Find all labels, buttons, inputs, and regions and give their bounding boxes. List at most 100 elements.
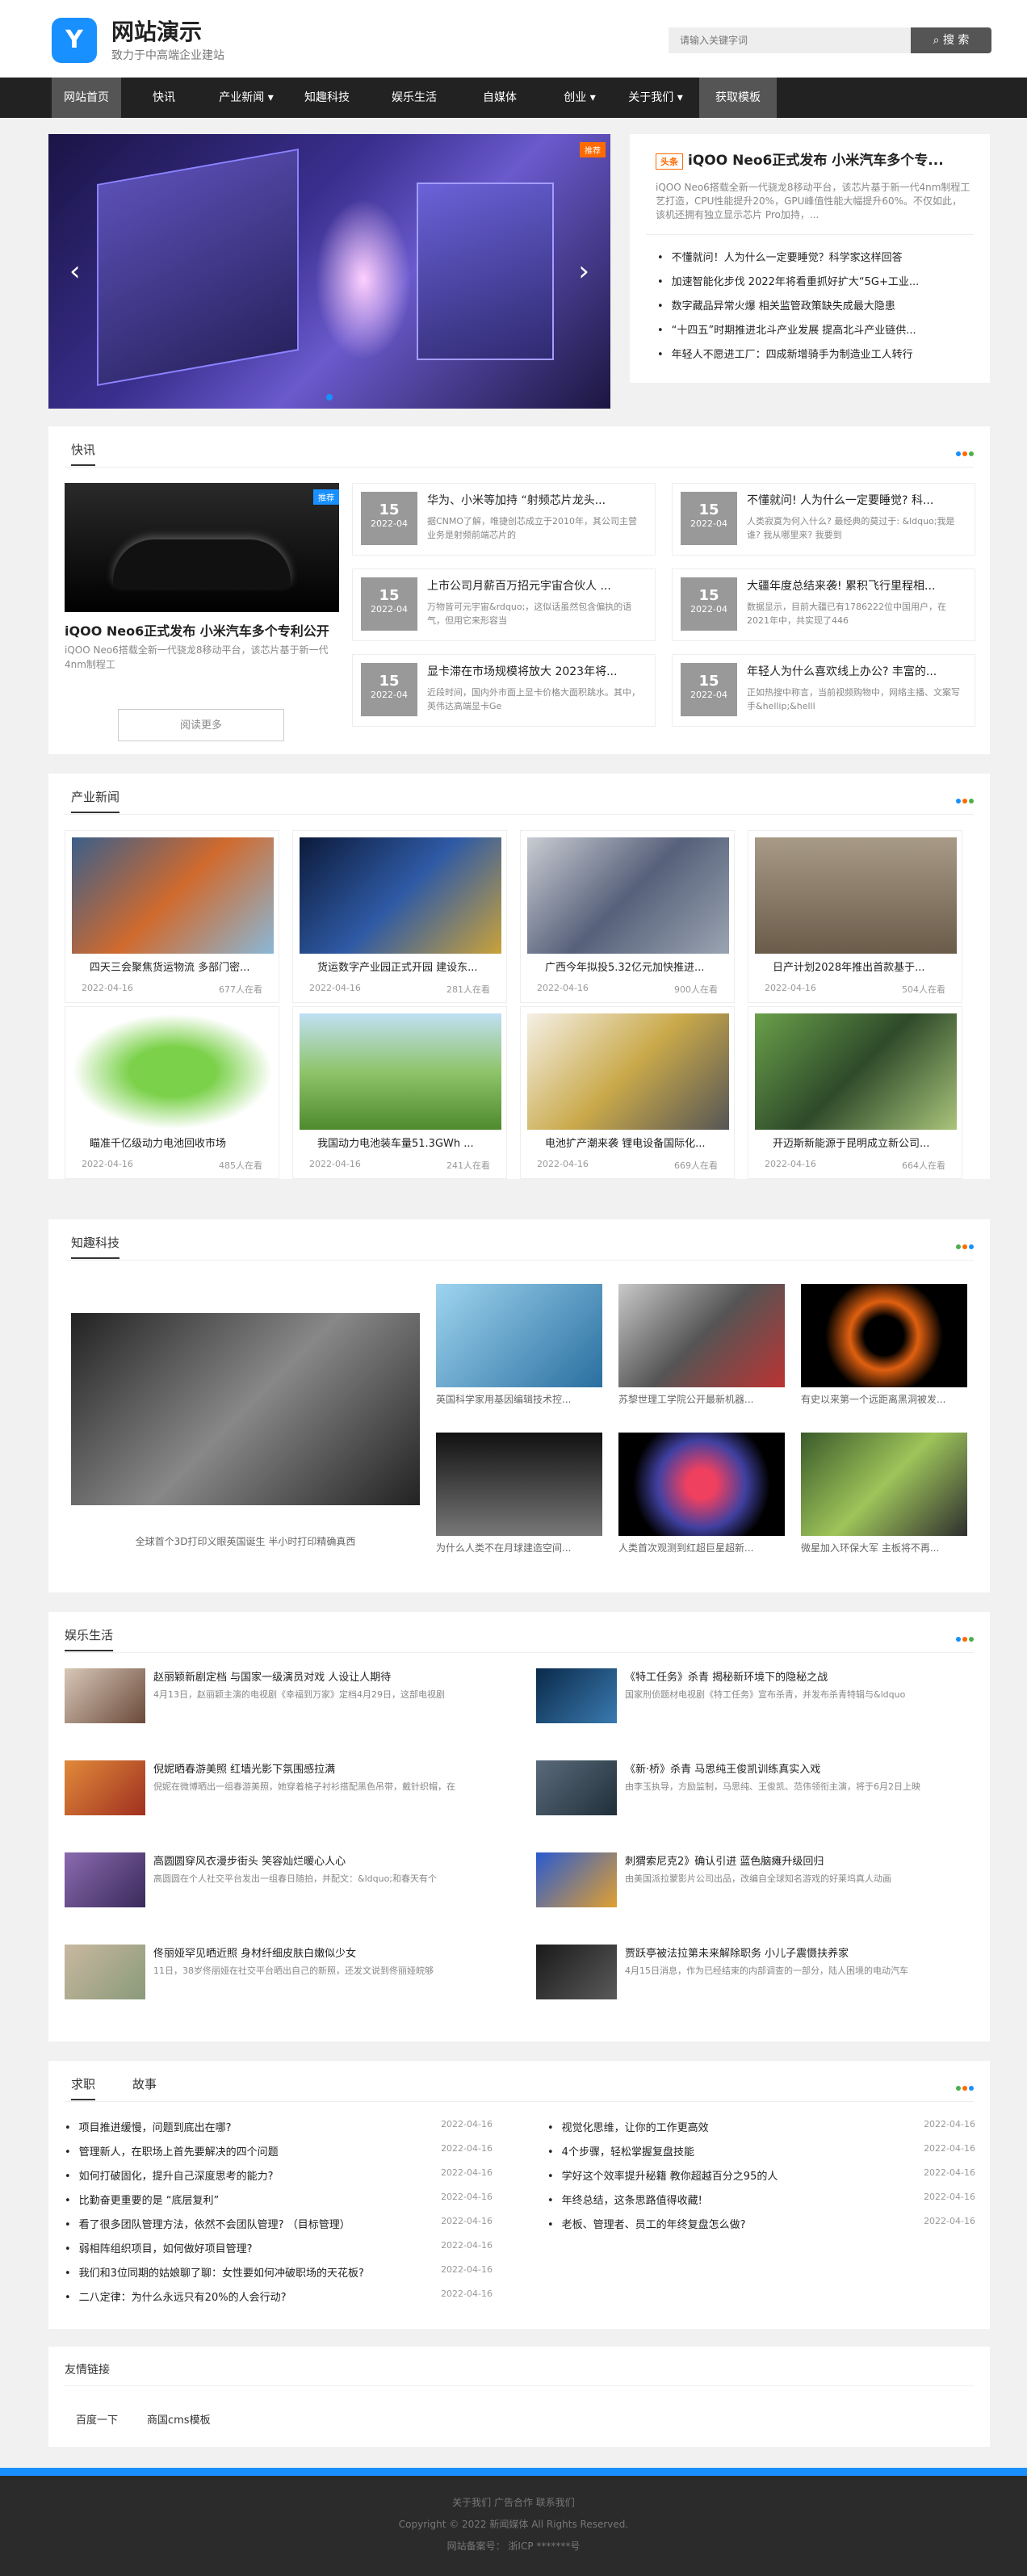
nav-kuaixun[interactable]: 快讯: [129, 78, 199, 118]
item-desc: 4月13日，赵丽颖主演的电视剧《幸福到万家》定档4月29日，这部电视剧: [153, 1689, 445, 1700]
list-item[interactable]: 我们和3位同期的姑娘聊了聊：女性要如何冲破职场的天花板? 2022-04-16: [65, 2264, 493, 2280]
card-title: 日产计划2028年推出首款基于...: [773, 962, 925, 974]
tab-story[interactable]: 故事: [132, 2075, 157, 2092]
footer-links[interactable]: 关于我们 广告合作 联系我们: [0, 2495, 1027, 2509]
section-title[interactable]: 产业新闻: [71, 788, 120, 813]
news-card[interactable]: 我国动力电池装车量51.3GWh ... 2022-04-16 241人在看: [292, 1006, 507, 1179]
headline-list-item[interactable]: 不懂就问！人为什么一定要睡觉？科学家这样回答: [657, 249, 972, 264]
search-icon: ⌕: [933, 34, 943, 47]
card-date: 2022-04-16: [537, 1159, 589, 1169]
read-more-button[interactable]: 阅读更多: [118, 709, 284, 741]
slider-dot[interactable]: [326, 394, 333, 401]
slider-next-arrow[interactable]: ›: [578, 255, 589, 287]
item-desc: 倪妮在微博晒出一组春游美照，她穿着格子衬衫搭配黑色吊带，戴针织帽，在: [153, 1781, 455, 1792]
news-card[interactable]: 广西今年拟投5.32亿元加快推进... 2022-04-16 900人在看: [520, 830, 735, 1003]
list-item[interactable]: 视觉化思维，让你的工作更高效 2022-04-16: [547, 2119, 975, 2134]
divider: [646, 234, 974, 235]
news-card[interactable]: 四天三会聚焦货运物流 多部门密... 2022-04-16 677人在看: [65, 830, 279, 1003]
card-views: 504人在看: [902, 984, 945, 995]
news-card[interactable]: 电池扩产潮来袭 锂电设备国际化... 2022-04-16 669人在看: [520, 1006, 735, 1179]
item-date: 2022-04-16: [441, 2240, 493, 2251]
item-title: 看了很多团队管理方法，依然不会团队管理? （目标管理）: [78, 2219, 350, 2231]
list-item[interactable]: 学好这个效率提升秘籍 教你超越百分之95的人 2022-04-16: [547, 2167, 975, 2183]
nav-tech[interactable]: 知趣科技: [292, 78, 362, 118]
search-button[interactable]: ⌕ 搜 索: [911, 27, 991, 53]
tech-card[interactable]: 苏黎世理工学院公开最新机器...: [618, 1284, 785, 1406]
ent-item[interactable]: 倪妮晒春游美照 红墙光影下氛围感拉满 倪妮在微博晒出一组春游美照，她穿着格子衬衫搭…: [65, 1760, 501, 1830]
kuaixun-section: 快讯 推荐 iQOO Neo6正式发布 小米汽车多个专利公开 iQOO Neo6…: [48, 426, 990, 754]
kuaixun-item[interactable]: 15 2022-04 不懂就问! 人为什么一定要睡觉? 科... 人类寂寞为何入什么?…: [672, 483, 975, 556]
date-box: 15 2022-04: [681, 663, 737, 716]
headline-list-item[interactable]: “十四五”时期推进北斗产业发展 提高北斗产业链供...: [657, 321, 972, 337]
kuaixun-item[interactable]: 15 2022-04 大疆年度总结来袭! 累积飞行里程相... 数据显示，目前大疆已有…: [672, 568, 975, 641]
news-card[interactable]: 货运数字产业园正式开园 建设东... 2022-04-16 281人在看: [292, 830, 507, 1003]
section-title[interactable]: 娱乐生活: [65, 1626, 114, 1651]
list-item[interactable]: 看了很多团队管理方法，依然不会团队管理? （目标管理） 2022-04-16: [65, 2216, 493, 2231]
kuaixun-feature-title[interactable]: iQOO Neo6正式发布 小米汽车多个专利公开: [65, 620, 329, 640]
hero-slider[interactable]: 推荐 ‹ ›: [48, 134, 610, 409]
nav-ent[interactable]: 娱乐生活: [379, 78, 449, 118]
news-card[interactable]: 日产计划2028年推出首款基于... 2022-04-16 504人在看: [748, 830, 962, 1003]
list-item[interactable]: 如何打破固化，提升自己深度思考的能力? 2022-04-16: [65, 2167, 493, 2183]
section-title[interactable]: 知趣科技: [71, 1234, 120, 1259]
ent-item[interactable]: 《新·桥》杀青 马思纯王俊凯训练真实入戏 由李玉执导，方励监制，马思纯、王俊凯、范…: [536, 1760, 972, 1830]
thumb-image: [536, 1945, 617, 1999]
ent-item[interactable]: 高圆圆穿风衣漫步街头 笑容灿烂暖心人心 高圆圆在个人社交平台发出一组春日随拍，并配…: [65, 1852, 501, 1922]
ent-item[interactable]: 贾跃亭被法拉第未来解除职务 小儿子震慑扶养家 4月15日消息，作为已经结束的内部调…: [536, 1945, 972, 2014]
kuaixun-item[interactable]: 15 2022-04 华为、小米等加持 “射频芯片龙头... 据CNMO了解，唯捷创芯…: [352, 483, 656, 556]
item-date: 2022-04-16: [924, 2192, 975, 2202]
tech-card[interactable]: 英国科学家用基因编辑技术控...: [436, 1284, 602, 1406]
kuaixun-feature-image[interactable]: 推荐: [65, 483, 339, 612]
list-item[interactable]: 管理新人，在职场上首先要解决的四个问题 2022-04-16: [65, 2143, 493, 2159]
item-title: 比勤奋更重要的是 “底层复利”: [78, 2195, 220, 2207]
black-hole-image: [801, 1284, 967, 1387]
list-item[interactable]: 比勤奋更重要的是 “底层复利” 2022-04-16: [65, 2192, 493, 2207]
headline-title[interactable]: 头条 iQOO Neo6正式发布 小米汽车多个专...: [656, 149, 979, 170]
nav-media[interactable]: 自媒体: [465, 78, 534, 118]
3d-print-image[interactable]: [71, 1313, 420, 1505]
search-button-label: 搜 索: [942, 34, 970, 47]
site-title[interactable]: 网站演示: [111, 15, 202, 47]
nav-get-template[interactable]: 获取模板: [699, 78, 777, 118]
friend-link[interactable]: 商国cms模板: [147, 2411, 211, 2427]
ent-item[interactable]: 刺猬索尼克2》确认引进 蓝色脑瘫升级回归 由美国派拉蒙影片公司出品，改编自全球知名…: [536, 1852, 972, 1922]
tech-card[interactable]: 微星加入环保大军 主板将不再...: [801, 1433, 967, 1554]
links-section: 友情链接 百度一下 商国cms模板: [48, 2347, 990, 2447]
item-title: 年终总结，这条思路值得收藏!: [561, 2195, 702, 2207]
slider-prev-arrow[interactable]: ‹: [69, 255, 81, 287]
kuaixun-item[interactable]: 15 2022-04 上市公司月薪百万招元宇宙合伙人 ... 万物皆可元宇宙&rdqu…: [352, 568, 656, 641]
kuaixun-item[interactable]: 15 2022-04 年轻人为什么喜欢线上办公? 丰富的... 正如热搜中称言，当前视…: [672, 654, 975, 727]
list-item[interactable]: 二八定律：为什么永远只有20%的人会行动? 2022-04-16: [65, 2289, 493, 2304]
list-item[interactable]: 4个步骤，轻松掌握复盘技能 2022-04-16: [547, 2143, 975, 2159]
nav-startup[interactable]: 创业 ▾: [545, 78, 614, 118]
friend-link[interactable]: 百度一下: [76, 2411, 118, 2427]
ent-item[interactable]: 赵丽颖新剧定档 与国家一级演员对戏 人设让人期待 4月13日，赵丽颖主演的电视剧《…: [65, 1668, 501, 1738]
section-title[interactable]: 快讯: [71, 441, 96, 466]
tech-card[interactable]: 为什么人类不在月球建造空间...: [436, 1433, 602, 1554]
news-card[interactable]: 开迈斯新能源于昆明成立新公司... 2022-04-16 664人在看: [748, 1006, 962, 1179]
headline-list-item[interactable]: 数字藏品异常火爆 相关监管政策缺失成最大隐患: [657, 297, 972, 313]
nav-industry[interactable]: 产业新闻 ▾: [206, 78, 287, 118]
headline-list-item[interactable]: 加速智能化步伐 2022年将看重抓好扩大“5G+工业...: [657, 273, 972, 288]
nav-home[interactable]: 网站首页: [52, 78, 121, 118]
list-item[interactable]: 老板、管理者、员工的年终复盘怎么做? 2022-04-16: [547, 2216, 975, 2231]
site-logo[interactable]: Y: [52, 18, 97, 63]
ent-item[interactable]: 《特工任务》杀青 揭秘新环境下的隐秘之战 国家刑侦题材电视剧《特工任务》宣布杀青，…: [536, 1668, 972, 1738]
item-title: 高圆圆穿风衣漫步街头 笑容灿烂暖心人心: [153, 1856, 346, 1868]
search-input[interactable]: [669, 27, 911, 53]
list-item[interactable]: 项目推进缓慢，问题到底出在哪? 2022-04-16: [65, 2119, 493, 2134]
footer-icp[interactable]: 网站备案号： 浙ICP *******号: [0, 2539, 1027, 2553]
list-item[interactable]: 弱相阵组织项目，如何做好项目管理? 2022-04-16: [65, 2240, 493, 2255]
tech-card[interactable]: 有史以来第一个远距离黑洞被发...: [801, 1284, 967, 1406]
kuaixun-item[interactable]: 15 2022-04 显卡滞在市场规模将放大 2023年将... 近段时间，国内外市面…: [352, 654, 656, 727]
tech-feature-caption[interactable]: 全球首个3D打印义眼英国诞生 半小时打印精确真西: [71, 1534, 420, 1548]
tab-active[interactable]: 求职: [71, 2075, 96, 2100]
thumb-image: [65, 1760, 145, 1815]
ent-item[interactable]: 佟丽娅罕见晒近照 身材纤细皮肤白嫩似少女 11日，38岁佟丽娅在社交平台晒出自己的…: [65, 1945, 501, 2014]
news-card[interactable]: 瞄准千亿级动力电池回收市场 2022-04-16 485人在看: [65, 1006, 279, 1179]
list-item[interactable]: 年终总结，这条思路值得收藏! 2022-04-16: [547, 2192, 975, 2207]
nav-about[interactable]: 关于我们 ▾: [617, 78, 694, 118]
tech-card[interactable]: 人类首次观测到红超巨星超新...: [618, 1433, 785, 1554]
headline-list-item[interactable]: 年轻人不愿进工厂：四成新增骑手为制造业工人转行: [657, 346, 972, 361]
year-month: 2022-04: [371, 690, 408, 700]
